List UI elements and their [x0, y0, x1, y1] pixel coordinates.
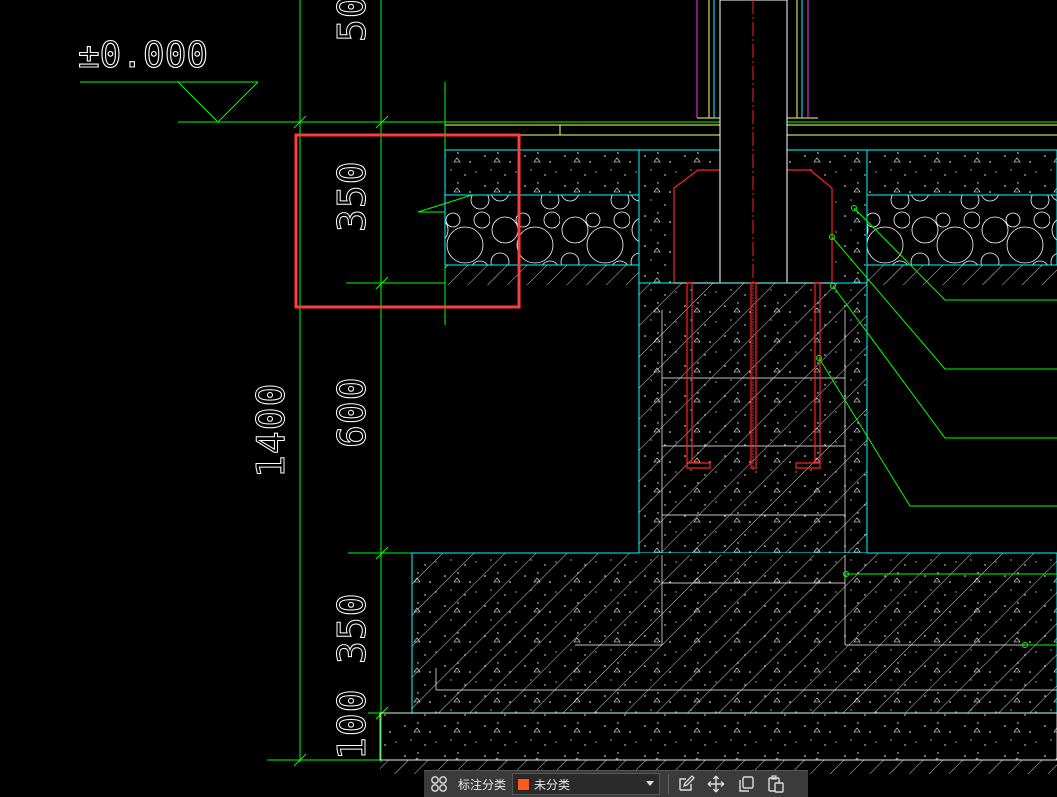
dimension-1400: 1400: [249, 382, 293, 478]
base-plate-outline-right: [786, 169, 833, 284]
chevron-down-icon: [646, 781, 655, 786]
move-icon: [707, 775, 725, 793]
edit-button[interactable]: [671, 771, 701, 797]
dimension-500: 500: [330, 0, 374, 42]
annotation-toolbar: 标注分类 未分类: [424, 770, 808, 797]
copy-icon: [739, 776, 754, 792]
dimension-100: 100: [330, 688, 374, 760]
concrete-slab-right: [866, 149, 1057, 196]
category-value: 未分类: [534, 777, 571, 792]
soil-layer-right: [867, 265, 1057, 285]
footing-joint: [639, 553, 867, 555]
category-color-swatch: [517, 777, 531, 791]
paste-icon: [768, 775, 784, 793]
footing-hatch: [412, 553, 1057, 713]
gravel-layer-right: [866, 194, 1057, 266]
dimension-600: 600: [330, 376, 374, 448]
category-grid-button[interactable]: [424, 771, 454, 797]
concrete-slab-left: [444, 149, 640, 196]
dimension-350-lower: 350: [330, 592, 374, 664]
grid-icon: [431, 776, 447, 792]
cad-drawing-canvas[interactable]: ±0.000 500 350 600 350 100 1400: [0, 0, 1057, 797]
toolbar-divider: [668, 774, 670, 794]
elevation-marker: ±0.000: [77, 34, 1057, 123]
base-plate-outline: [673, 169, 721, 284]
dimension-350-upper: 350: [330, 160, 374, 232]
gravel-layer-left: [444, 194, 640, 266]
elevation-label: ±0.000: [78, 35, 208, 76]
category-label: 标注分类: [458, 777, 507, 792]
soil-layer-left: [445, 265, 639, 285]
move-button[interactable]: [701, 771, 731, 797]
category-select[interactable]: 未分类: [512, 773, 661, 795]
blinding-layer: [379, 712, 1057, 761]
paste-button[interactable]: [761, 771, 791, 797]
edit-icon: [679, 775, 695, 791]
foundation-column-hatch: [639, 283, 867, 553]
copy-button[interactable]: [731, 771, 761, 797]
